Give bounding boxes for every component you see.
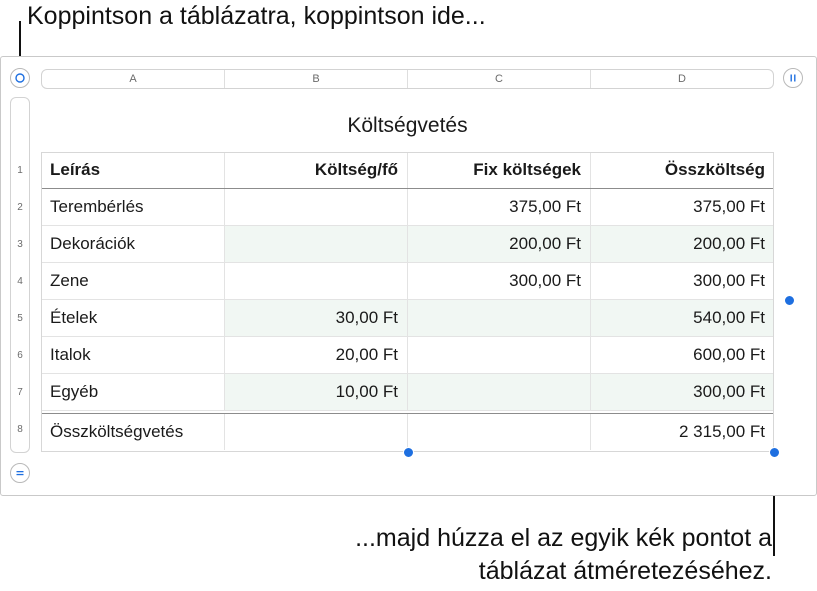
table-cell[interactable] <box>225 189 408 225</box>
row-header-4[interactable]: 4 <box>11 276 29 287</box>
table-footer-row[interactable]: Összköltségvetés 2 315,00 Ft <box>41 413 774 450</box>
header-cell[interactable]: Leírás <box>41 152 225 188</box>
footer-cell[interactable]: 2 315,00 Ft <box>591 414 774 450</box>
table-cell[interactable]: Ételek <box>41 300 225 336</box>
header-cell[interactable]: Költség/fő <box>225 152 408 188</box>
column-header-a[interactable]: A <box>42 70 225 88</box>
callout-bottom-line1: ...majd húzza el az egyik kék pontot a <box>355 524 772 552</box>
table-cell[interactable]: 300,00 Ft <box>408 263 591 299</box>
table-cell[interactable]: 600,00 Ft <box>591 337 774 373</box>
table-cell[interactable] <box>225 263 408 299</box>
table-cell[interactable]: 300,00 Ft <box>591 374 774 410</box>
table-cell[interactable]: Dekorációk <box>41 226 225 262</box>
footer-cell[interactable] <box>408 414 591 450</box>
table-cell[interactable]: Zene <box>41 263 225 299</box>
table-cell[interactable]: 300,00 Ft <box>591 263 774 299</box>
row-header-6[interactable]: 6 <box>11 350 29 361</box>
table-cell[interactable]: Italok <box>41 337 225 373</box>
row-header-5[interactable]: 5 <box>11 313 29 324</box>
table-row[interactable]: Italok 20,00 Ft 600,00 Ft <box>41 337 774 374</box>
add-column-button[interactable] <box>783 68 803 88</box>
table-row[interactable]: Terembérlés 375,00 Ft 375,00 Ft <box>41 189 774 226</box>
column-header-bar[interactable]: A B C D <box>41 69 774 89</box>
table-cell[interactable]: 200,00 Ft <box>591 226 774 262</box>
table-cell[interactable] <box>225 226 408 262</box>
header-cell[interactable]: Összköltség <box>591 152 774 188</box>
table-cell[interactable]: 20,00 Ft <box>225 337 408 373</box>
row-header-bar[interactable]: 1 2 3 4 5 6 7 8 <box>10 97 30 453</box>
circle-icon <box>15 73 25 83</box>
table-cell[interactable]: 10,00 Ft <box>225 374 408 410</box>
table-row[interactable]: Ételek 30,00 Ft 540,00 Ft <box>41 300 774 337</box>
footer-cell[interactable] <box>225 414 408 450</box>
row-header-1[interactable]: 1 <box>11 165 29 176</box>
resize-handle-bottom[interactable] <box>403 447 414 458</box>
table-cell[interactable]: 200,00 Ft <box>408 226 591 262</box>
table-cell[interactable] <box>408 374 591 410</box>
callout-top-text: Koppintson a táblázatra, koppintson ide.… <box>27 2 486 30</box>
table-cell[interactable] <box>408 300 591 336</box>
column-header-b[interactable]: B <box>225 70 408 88</box>
table-cell[interactable] <box>408 337 591 373</box>
row-header-8[interactable]: 8 <box>11 424 29 435</box>
select-table-button[interactable] <box>10 68 30 88</box>
resize-handle-corner[interactable] <box>769 447 780 458</box>
column-header-d[interactable]: D <box>591 70 773 88</box>
table-row[interactable]: Egyéb 10,00 Ft 300,00 Ft <box>41 374 774 411</box>
column-header-c[interactable]: C <box>408 70 591 88</box>
resize-handle-right[interactable] <box>784 295 795 306</box>
table-cell[interactable]: 30,00 Ft <box>225 300 408 336</box>
row-header-3[interactable]: 3 <box>11 239 29 250</box>
row-header-2[interactable]: 2 <box>11 202 29 213</box>
table-header-row[interactable]: Leírás Költség/fő Fix költségek Összkölt… <box>41 152 774 189</box>
header-cell[interactable]: Fix költségek <box>408 152 591 188</box>
callout-bottom-line2: táblázat átméretezéséhez. <box>478 557 772 585</box>
callout-bottom-text: ...majd húzza el az egyik kék pontot a t… <box>355 522 772 588</box>
equals-icon <box>16 471 24 476</box>
table-row[interactable]: Zene 300,00 Ft 300,00 Ft <box>41 263 774 300</box>
table-cell[interactable]: 375,00 Ft <box>408 189 591 225</box>
table-cell[interactable]: Terembérlés <box>41 189 225 225</box>
add-row-button[interactable] <box>10 463 30 483</box>
table-cell[interactable]: Egyéb <box>41 374 225 410</box>
row-header-7[interactable]: 7 <box>11 387 29 398</box>
table-cell[interactable]: 375,00 Ft <box>591 189 774 225</box>
table-cell[interactable]: 540,00 Ft <box>591 300 774 336</box>
pause-bars-icon <box>790 74 796 82</box>
table-row[interactable]: Dekorációk 200,00 Ft 200,00 Ft <box>41 226 774 263</box>
table-title[interactable]: Költségvetés <box>41 114 774 138</box>
footer-cell[interactable]: Összköltségvetés <box>41 414 225 450</box>
